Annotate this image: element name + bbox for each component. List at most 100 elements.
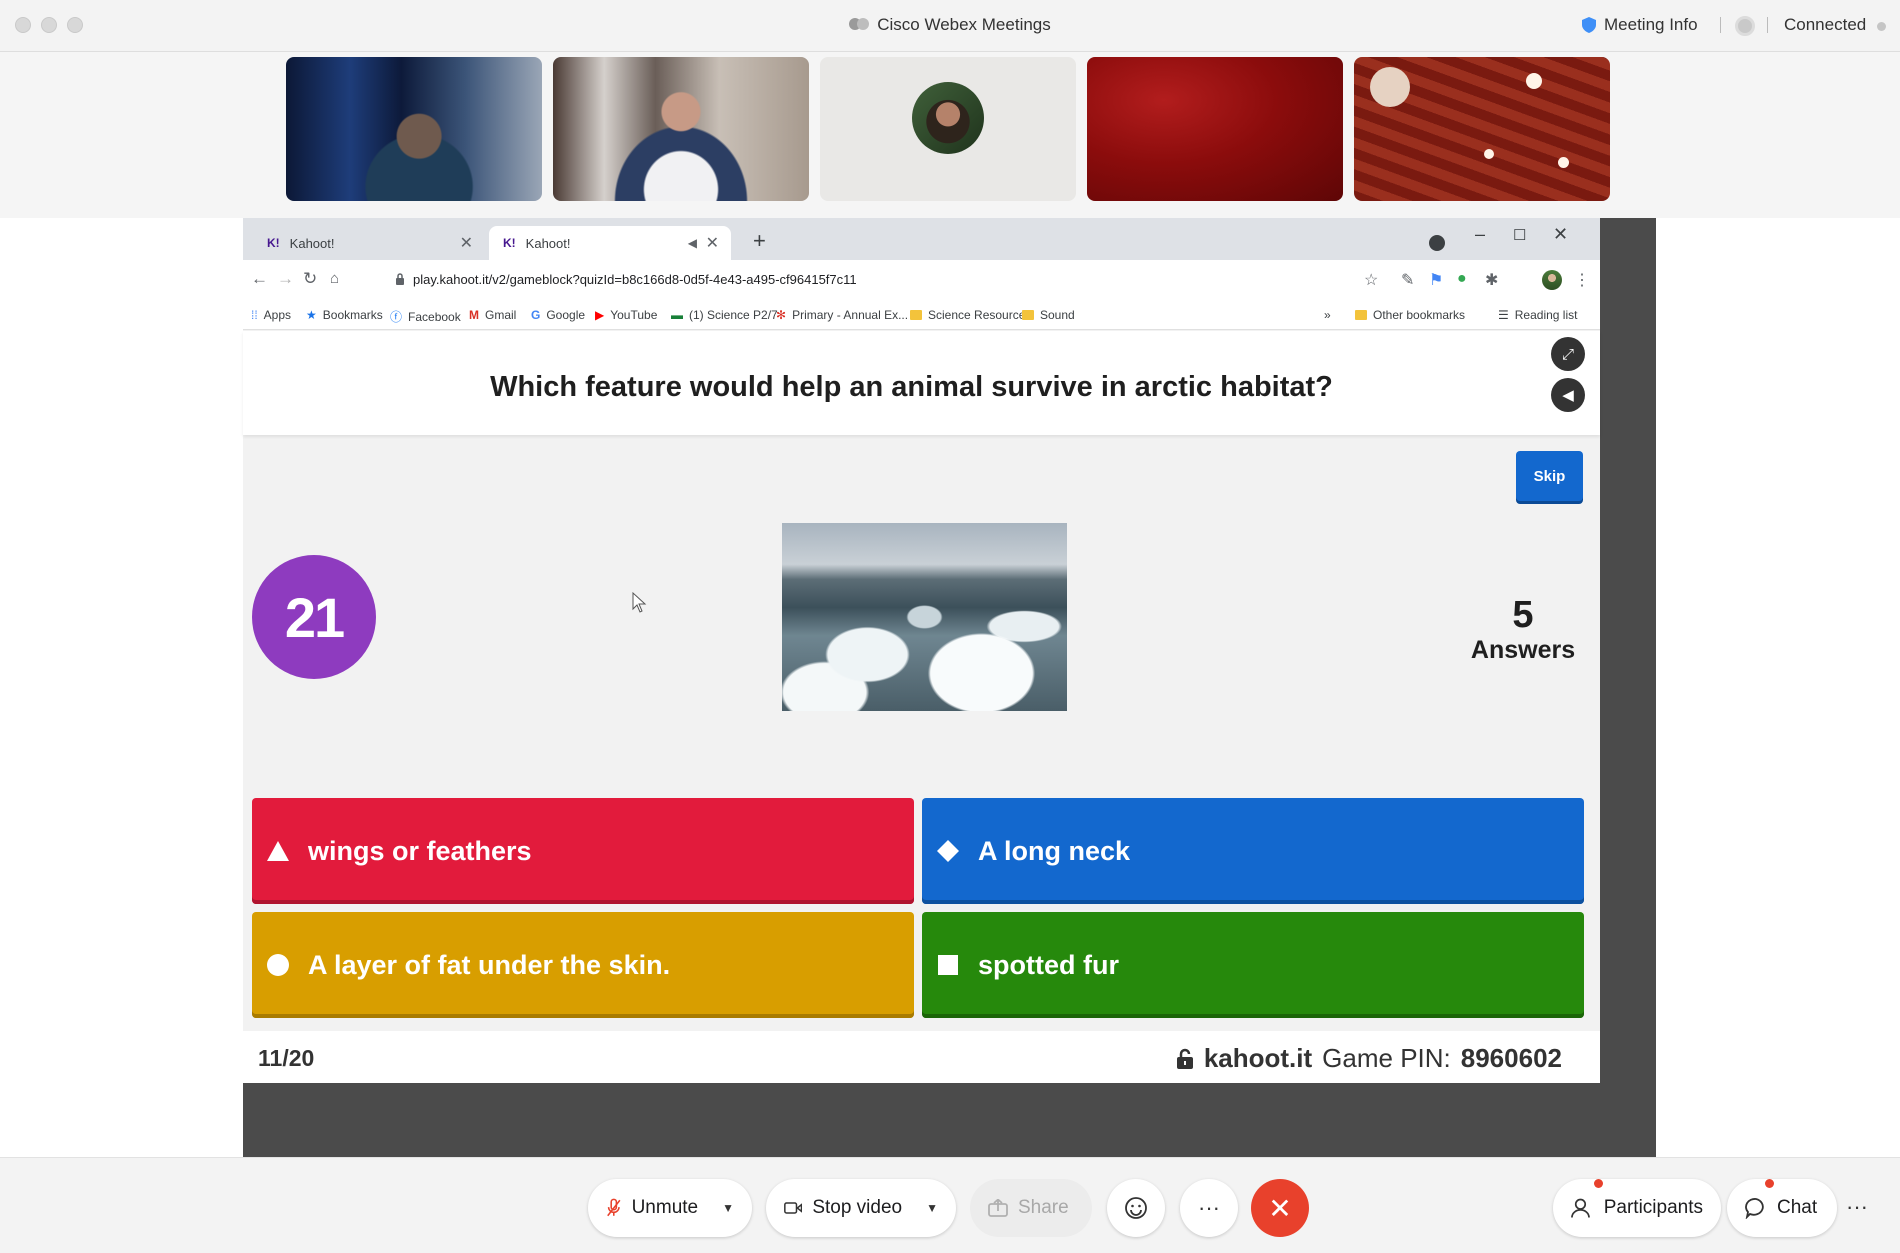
unmute-button[interactable]: Unmute ▼ (588, 1179, 752, 1237)
participant-video-tile[interactable] (1354, 57, 1610, 201)
stop-video-button[interactable]: Stop video ▼ (766, 1179, 956, 1237)
share-screen-icon (988, 1199, 1008, 1217)
folder-icon (1355, 310, 1367, 320)
extension-icon[interactable]: ⚑ (1429, 270, 1443, 290)
chevron-down-icon[interactable]: ▼ (926, 1201, 938, 1215)
other-bookmarks[interactable]: Other bookmarks (1355, 308, 1465, 322)
bookmark-youtube[interactable]: ▶ YouTube (595, 308, 657, 322)
meeting-info-button[interactable]: Meeting Info (1582, 15, 1698, 35)
participant-video-tile[interactable] (286, 57, 542, 201)
kahoot-site: kahoot.it (1203, 1043, 1313, 1073)
bookmark-label: Bookmarks (322, 308, 383, 322)
more-options-button[interactable]: ··· (1180, 1179, 1238, 1237)
tab-search-icon[interactable] (1429, 235, 1445, 251)
meeting-controls-bar: Unmute ▼ Stop video ▼ Share ··· ✕ Partic… (0, 1157, 1900, 1253)
participants-button[interactable]: Participants (1553, 1179, 1721, 1237)
chat-bubble-icon (1745, 1198, 1764, 1219)
bookmark-label: Facebook (408, 309, 461, 324)
tab-audio-icon[interactable]: ◀︎ (688, 236, 697, 250)
window-title: Cisco Webex Meetings (877, 15, 1051, 34)
webex-logo-icon (849, 18, 870, 30)
bookmark-label: Science Resource (928, 308, 1026, 322)
chat-label: Chat (1777, 1197, 1818, 1218)
bookmark-label: YouTube (610, 308, 658, 322)
address-bar-url[interactable]: play.kahoot.it/v2/gameblock?quizId=b8c16… (413, 272, 857, 287)
recording-status-icon[interactable] (1735, 16, 1755, 36)
bookmark-bookmarks[interactable]: ★ Bookmarks (306, 308, 383, 322)
gmail-icon: M (469, 308, 479, 322)
question-header: Which feature would help an animal survi… (243, 331, 1600, 435)
forward-icon[interactable]: → (277, 269, 294, 289)
bookmark-google[interactable]: G Google (531, 308, 585, 322)
mouse-cursor-icon (632, 592, 647, 613)
bookmark-label: (1) Science P2/7 (689, 308, 778, 322)
bookmark-sound[interactable]: Sound (1022, 308, 1075, 322)
bookmark-apps[interactable]: ⁞⁞ Apps (251, 308, 291, 322)
globe-extension-icon[interactable]: ● (1457, 270, 1467, 288)
eyedropper-extension-icon[interactable]: ✎ (1401, 270, 1414, 290)
answers-count-label: Answers (1470, 636, 1576, 664)
meeting-info-label: Meeting Info (1604, 15, 1698, 34)
kahoot-favicon-icon: K! (503, 236, 516, 250)
skip-button[interactable]: Skip (1516, 451, 1583, 501)
triangle-icon (266, 839, 290, 863)
bookmark-primary[interactable]: ✻ Primary - Annual Ex... (776, 308, 908, 322)
close-tab-icon[interactable]: ✕ (460, 233, 473, 253)
bookmark-star-icon[interactable]: ☆ (1364, 270, 1378, 290)
divider (1767, 17, 1768, 33)
answer-option-square[interactable]: spotted fur (922, 912, 1584, 1018)
chevron-down-icon[interactable]: ▼ (722, 1201, 734, 1215)
unmute-label: Unmute (631, 1197, 699, 1218)
reactions-button[interactable] (1107, 1179, 1165, 1237)
ceiling-lamp (1484, 149, 1494, 159)
answers-counter: 5 Answers (1458, 595, 1588, 665)
bookmark-label: Sound (1040, 308, 1075, 322)
panel-options-icon[interactable]: ··· (1846, 1194, 1868, 1220)
minimize-icon[interactable]: – (1475, 224, 1485, 245)
leave-meeting-button[interactable]: ✕ (1251, 1179, 1309, 1237)
browser-tab-active[interactable]: K! Kahoot! ◀︎ ✕ (489, 226, 731, 260)
reading-list[interactable]: ☰ Reading list (1498, 308, 1577, 322)
answer-option-circle[interactable]: A layer of fat under the skin. (252, 912, 914, 1018)
ceiling-lamp (1558, 157, 1569, 168)
new-tab-button[interactable]: + (753, 228, 766, 254)
bookmark-facebook[interactable]: ⓕ Facebook (390, 308, 461, 325)
browser-tab-bar: K! Kahoot! ✕ K! Kahoot! ◀︎ ✕ + – ☐ ✕ (243, 218, 1600, 260)
participant-video-tile[interactable] (553, 57, 809, 201)
answer-option-diamond[interactable]: A long neck (922, 798, 1584, 904)
chat-button[interactable]: Chat (1727, 1179, 1837, 1237)
back-icon[interactable]: ← (251, 269, 268, 289)
asterisk-icon: ✻ (776, 308, 787, 322)
participant-video-tile[interactable] (1087, 57, 1343, 201)
maximize-icon[interactable]: ☐ (1513, 226, 1526, 244)
answer-label: A layer of fat under the skin. (308, 949, 671, 980)
facebook-icon: ⓕ (390, 310, 403, 324)
bookmark-gmail[interactable]: M Gmail (469, 308, 516, 322)
browser-menu-icon[interactable]: ⋮ (1574, 270, 1590, 290)
reload-icon[interactable]: ↻ (303, 269, 317, 289)
share-button[interactable]: Share (970, 1179, 1092, 1237)
chandelier (1370, 67, 1410, 107)
game-footer: 11/20 kahoot.it Game PIN: 8960602 (243, 1031, 1600, 1083)
bookmark-label: Google (546, 308, 586, 322)
volume-icon[interactable]: ◀ (1551, 378, 1585, 412)
lock-icon (1176, 1048, 1193, 1069)
fullscreen-icon[interactable]: ⤢ (1551, 337, 1585, 371)
reading-list-icon: ☰ (1498, 308, 1509, 322)
bookmark-label: Other bookmarks (1373, 308, 1466, 322)
bookmark-science[interactable]: ▬ (1) Science P2/7 (671, 308, 778, 322)
kahoot-game-screen: Which feature would help an animal survi… (243, 331, 1600, 1083)
browser-tab[interactable]: K! Kahoot! ✕ (253, 226, 485, 260)
close-tab-icon[interactable]: ✕ (706, 233, 719, 253)
puzzle-extensions-icon[interactable]: ✱ (1485, 270, 1498, 290)
connection-dot-icon (1877, 22, 1886, 31)
bookmark-science-resource[interactable]: Science Resource (910, 308, 1025, 322)
home-icon[interactable]: ⌂ (330, 270, 339, 287)
more-bookmarks-button[interactable]: » (1324, 308, 1331, 322)
profile-avatar[interactable] (1542, 270, 1562, 290)
close-icon[interactable]: ✕ (1553, 224, 1568, 245)
participants-label: Participants (1603, 1197, 1703, 1218)
bookmark-label: Gmail (485, 308, 517, 322)
participant-video-tile[interactable] (820, 57, 1076, 201)
answer-option-triangle[interactable]: wings or feathers (252, 798, 914, 904)
